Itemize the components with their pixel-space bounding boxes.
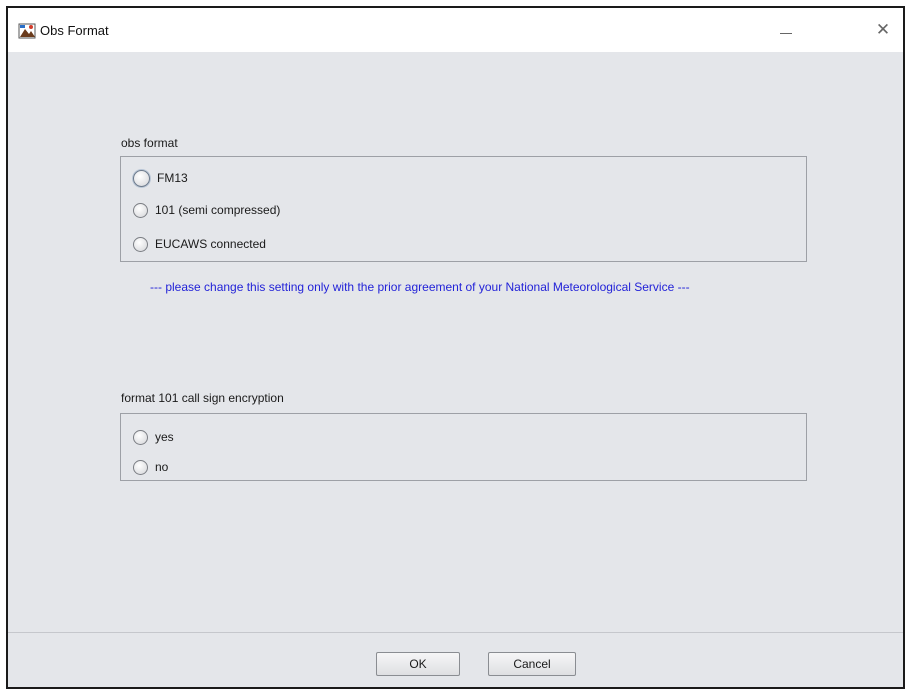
title-bar[interactable]: Obs Format ✕ — [8, 8, 903, 52]
obs-format-window: Obs Format ✕ obs format FM13 101 (semi c… — [6, 6, 905, 689]
button-bar-divider — [8, 632, 903, 633]
call-sign-encryption-label: format 101 call sign encryption — [121, 391, 284, 405]
maximize-button[interactable] — [816, 16, 852, 46]
window-title: Obs Format — [40, 23, 109, 38]
radio-button-icon[interactable] — [133, 459, 148, 475]
minimize-button[interactable] — [768, 16, 804, 46]
radio-no[interactable]: no — [133, 458, 168, 476]
obs-format-label: obs format — [121, 136, 178, 150]
radio-button-icon[interactable] — [133, 169, 150, 187]
cancel-button[interactable]: Cancel — [488, 652, 576, 676]
close-button[interactable]: ✕ — [866, 16, 900, 46]
obs-format-group: FM13 101 (semi compressed) EUCAWS connec… — [120, 156, 807, 262]
radio-button-icon[interactable] — [133, 236, 148, 252]
radio-fm13[interactable]: FM13 — [133, 169, 188, 187]
radio-label: no — [155, 460, 169, 474]
radio-label: 101 (semi compressed) — [155, 203, 281, 217]
radio-label: EUCAWS connected — [155, 237, 266, 251]
minimize-icon — [780, 33, 792, 34]
radio-label: FM13 — [157, 171, 188, 185]
radio-button-icon[interactable] — [133, 202, 148, 218]
dialog-content: obs format FM13 101 (semi compressed) EU… — [8, 52, 903, 687]
radio-yes[interactable]: yes — [133, 428, 174, 446]
radio-eucaws-connected[interactable]: EUCAWS connected — [133, 235, 266, 253]
radio-101-semi-compressed[interactable]: 101 (semi compressed) — [133, 201, 280, 219]
app-icon — [18, 23, 36, 39]
radio-label: yes — [155, 430, 174, 444]
radio-button-icon[interactable] — [133, 429, 148, 445]
call-sign-encryption-group: yes no — [120, 413, 807, 481]
warning-note: --- please change this setting only with… — [150, 280, 690, 294]
ok-button[interactable]: OK — [376, 652, 460, 676]
close-icon: ✕ — [875, 20, 891, 40]
